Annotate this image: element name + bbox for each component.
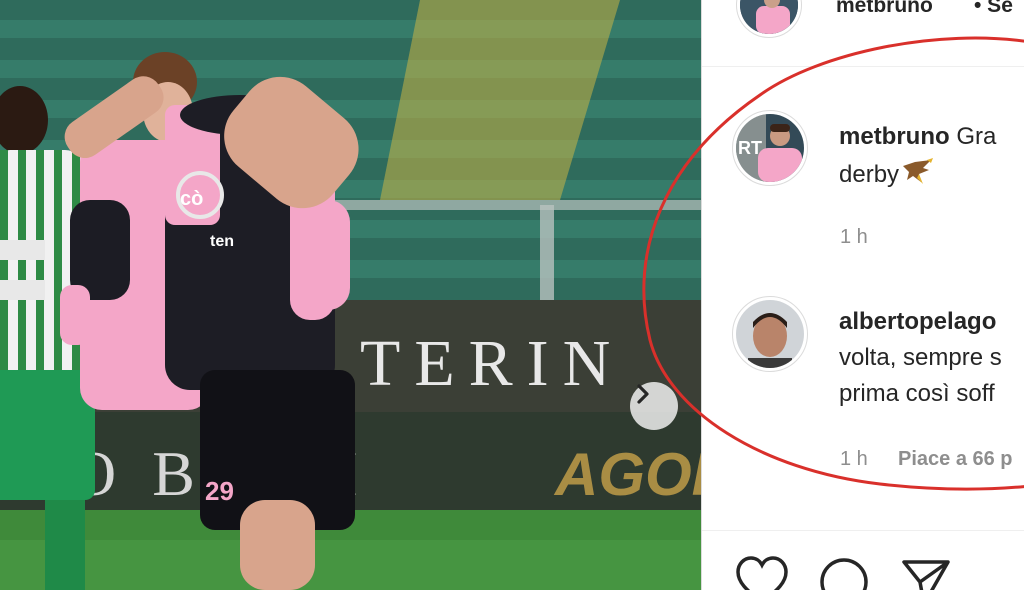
sponsor-text: AGOR — [553, 441, 701, 508]
post-photo: TERIN O B NTI AGOR — [0, 0, 701, 590]
comment-text-line1: metbruno Gra — [839, 121, 996, 153]
header-follow[interactable]: • Se — [974, 0, 1013, 18]
comment-likes[interactable]: Piace a 66 p — [898, 448, 1013, 471]
ad-board-text: TERIN — [360, 327, 624, 400]
speech-bubble-icon[interactable] — [818, 556, 870, 590]
avatar-image: RT — [736, 114, 804, 182]
svg-text:29: 29 — [205, 476, 234, 506]
chevron-right-icon — [637, 384, 649, 404]
avatar-image — [740, 0, 798, 34]
comment-text-line2: derby — [839, 158, 935, 191]
comment-text-line3: prima così soff — [839, 380, 995, 407]
header-username[interactable]: metbruno — [836, 0, 933, 18]
next-photo-button[interactable] — [630, 382, 678, 430]
comment-time[interactable]: 1 h — [840, 226, 868, 249]
comment-username[interactable]: albertopelago — [839, 308, 996, 335]
heart-icon[interactable] — [736, 556, 788, 590]
comment-likes-label[interactable]: Piace a 66 p — [898, 448, 1013, 470]
svg-text:ten: ten — [210, 233, 234, 250]
comment-text: derby — [839, 161, 900, 188]
comment-text: Gra — [956, 123, 997, 150]
comment-text-line2: volta, sempre s — [839, 344, 1002, 371]
comment-avatar[interactable] — [732, 296, 808, 372]
photo-illustration: TERIN O B NTI AGOR — [0, 0, 701, 590]
comment-avatar[interactable]: RT — [732, 110, 808, 186]
comments-panel: metbruno • Se RT metbruno Gra derby 1 h — [702, 0, 1024, 590]
actions-divider — [702, 530, 1024, 531]
header-avatar[interactable] — [736, 0, 802, 38]
eagle-emoji — [903, 158, 934, 184]
comment-time[interactable]: 1 h — [840, 448, 868, 471]
svg-text:cò: cò — [180, 188, 203, 210]
comment-username[interactable]: metbruno — [839, 123, 950, 150]
avatar-image — [736, 300, 804, 368]
svg-text:RT: RT — [738, 138, 762, 158]
post-header: metbruno • Se — [702, 0, 1024, 67]
comment-text-line1: albertopelago — [839, 306, 996, 338]
paper-plane-icon[interactable] — [900, 556, 952, 590]
